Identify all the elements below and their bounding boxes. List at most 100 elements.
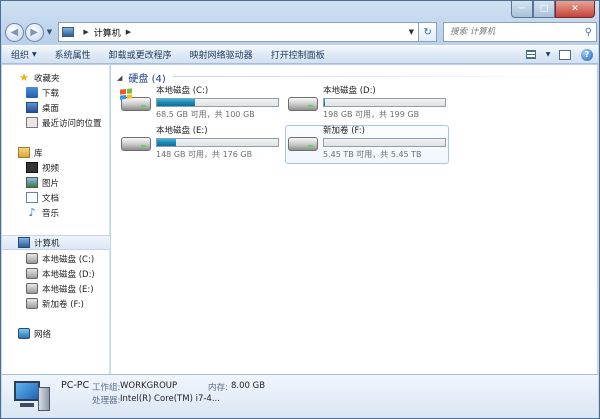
hard-drive-icon [119, 126, 153, 160]
drive-name: 本地磁盘 (D:) [323, 86, 376, 96]
help-button[interactable]: ? [576, 46, 598, 63]
sidebar-item-label: 桌面 [42, 103, 60, 114]
document-icon [26, 192, 38, 203]
picture-icon [26, 177, 38, 188]
workgroup-label: 工作组: [92, 383, 121, 393]
caption-buttons: ─ □ ✕ [511, 1, 595, 19]
hard-drive-icon [26, 298, 38, 309]
sidebar-item-libraries[interactable]: 库 [2, 145, 110, 160]
drive-usage-bar [323, 98, 446, 107]
organize-label: 组织 [11, 51, 30, 61]
explorer-window: ─ □ ✕ ◀ ▶ ▼ ▶ 计算机 ▶ ▼ ↻ ⚲ 组织▼ 系统属性 卸载或更改… [0, 0, 600, 419]
content-pane: ◢ 硬盘 (4) 本地磁盘 (C:) 68.5 GB 可用，共 100 GB 本… [111, 65, 597, 374]
sidebar-item-label: 收藏夹 [34, 73, 60, 84]
sidebar-item-downloads[interactable]: 下载 [2, 85, 110, 100]
computer-icon [62, 27, 75, 37]
processor-label: 处理器: [92, 396, 121, 406]
sidebar-item-favorites[interactable]: ★ 收藏夹 [2, 70, 110, 85]
computer-icon [18, 237, 30, 248]
drive-tile-c[interactable]: 本地磁盘 (C:) 68.5 GB 可用，共 100 GB [119, 86, 283, 124]
sidebar-item-label: 本地磁盘 (C:) [42, 254, 95, 265]
search-input[interactable] [450, 27, 581, 37]
sidebar-item-label: 本地磁盘 (E:) [42, 284, 94, 295]
hard-drive-icon [286, 126, 320, 160]
video-icon [26, 162, 38, 173]
sidebar-item-label: 本地磁盘 (D:) [42, 269, 95, 280]
close-button[interactable]: ✕ [555, 1, 595, 18]
sidebar-item-drive-f[interactable]: 新加卷 (F:) [2, 296, 110, 311]
refresh-icon[interactable]: ↻ [419, 22, 438, 42]
sidebar-item-label: 图片 [42, 178, 60, 189]
sidebar-item-label: 文档 [42, 193, 60, 204]
chevron-down-icon: ▼ [32, 51, 37, 58]
system-drive-icon [26, 253, 38, 264]
details-pane: PC-PC 工作组: WORKGROUP 内存: 8.00 GB 处理器: In… [2, 374, 598, 418]
sidebar-item-label: 网络 [34, 329, 52, 340]
library-icon [18, 147, 30, 158]
sidebar-item-network[interactable]: 网络 [2, 326, 110, 341]
computer-name: PC-PC [61, 380, 90, 391]
download-folder-icon [26, 87, 38, 98]
sidebar-item-drive-e[interactable]: 本地磁盘 (E:) [2, 281, 110, 296]
sidebar-item-documents[interactable]: 文档 [2, 190, 110, 205]
system-properties-button[interactable]: 系统属性 [46, 45, 100, 64]
system-drive-icon [119, 86, 153, 120]
memory-value: 8.00 GB [231, 381, 266, 391]
back-arrow-icon[interactable]: ◀ [5, 22, 24, 42]
sidebar-item-label: 下载 [42, 88, 60, 99]
navigation-bar: ◀ ▶ ▼ ▶ 计算机 ▶ ▼ ↻ ⚲ [5, 20, 598, 44]
breadcrumb-computer[interactable]: 计算机 [94, 26, 121, 39]
drive-tile-d[interactable]: 本地磁盘 (D:) 198 GB 可用，共 199 GB [286, 86, 450, 124]
network-icon [18, 328, 30, 339]
sidebar-item-label: 计算机 [34, 238, 60, 249]
sidebar-item-music[interactable]: ♪ 音乐 [2, 205, 110, 220]
command-bar: 组织 ▼ 系统属性 卸载或更改程序 映射网络驱动器 打开控制面板 ▼ ? [2, 45, 598, 64]
organize-menu[interactable]: 组织 ▼ [2, 45, 46, 64]
breadcrumb-chevron-icon[interactable]: ▶ [83, 28, 88, 36]
preview-pane-icon [559, 49, 571, 60]
drive-tile-f[interactable]: 新加卷 (F:) 5.45 TB 可用，共 5.45 TB [285, 125, 449, 164]
hard-drive-icon [26, 268, 38, 279]
drive-name: 本地磁盘 (C:) [156, 86, 209, 96]
sidebar-item-desktop[interactable]: 桌面 [2, 100, 110, 115]
sidebar-item-label: 音乐 [42, 208, 60, 219]
change-view-button[interactable] [520, 46, 542, 63]
minimize-button[interactable]: ─ [511, 1, 533, 18]
search-icon[interactable]: ⚲ [585, 27, 592, 38]
uninstall-program-button[interactable]: 卸载或更改程序 [100, 45, 181, 64]
sidebar-item-computer[interactable]: 计算机 [2, 235, 110, 250]
sidebar-item-label: 库 [34, 148, 43, 159]
group-header-hard-drives[interactable]: ◢ 硬盘 (4) [117, 70, 166, 86]
sidebar-item-recent-places[interactable]: 最近访问的位置 [2, 115, 110, 130]
sidebar-item-pictures[interactable]: 图片 [2, 175, 110, 190]
drive-tile-e[interactable]: 本地磁盘 (E:) 148 GB 可用，共 176 GB [119, 126, 283, 164]
open-control-panel-button[interactable]: 打开控制面板 [262, 45, 334, 64]
address-dropdown-icon[interactable]: ▼ [404, 28, 418, 36]
view-options-dropdown[interactable]: ▼ [542, 46, 554, 63]
drive-usage-bar [156, 98, 279, 107]
navigation-pane: ★ 收藏夹 下载 桌面 最近访问的位置 库 视频 图片 文档 ♪ 音乐 计算机 本地… [2, 65, 110, 374]
collapse-triangle-icon[interactable]: ◢ [117, 74, 122, 82]
star-icon: ★ [19, 71, 29, 84]
music-note-icon: ♪ [28, 206, 36, 219]
maximize-button[interactable]: □ [533, 1, 555, 18]
address-bar[interactable]: ▶ 计算机 ▶ ▼ [58, 22, 420, 42]
search-box[interactable]: ⚲ [443, 22, 598, 42]
group-divider [173, 76, 587, 77]
recent-pages-dropdown[interactable]: ▼ [45, 28, 55, 36]
sidebar-item-drive-d[interactable]: 本地磁盘 (D:) [2, 266, 110, 281]
breadcrumb-chevron-icon[interactable]: ▶ [126, 28, 131, 36]
map-network-drive-button[interactable]: 映射网络驱动器 [181, 45, 262, 64]
sidebar-item-videos[interactable]: 视频 [2, 160, 110, 175]
sidebar-item-drive-c[interactable]: 本地磁盘 (C:) [2, 251, 110, 266]
forward-arrow-icon[interactable]: ▶ [24, 22, 44, 42]
drive-free-space: 5.45 TB 可用，共 5.45 TB [323, 150, 422, 159]
preview-pane-button[interactable] [554, 46, 576, 63]
drive-usage-bar [156, 138, 279, 147]
view-icon [526, 50, 536, 59]
workgroup-value: WORKGROUP [120, 381, 178, 391]
group-title: 硬盘 (4) [128, 74, 166, 85]
drive-name: 本地磁盘 (E:) [156, 126, 208, 136]
processor-value: Intel(R) Core(TM) i7-4... [120, 394, 220, 404]
toolbar-right: ▼ ? [520, 46, 598, 63]
